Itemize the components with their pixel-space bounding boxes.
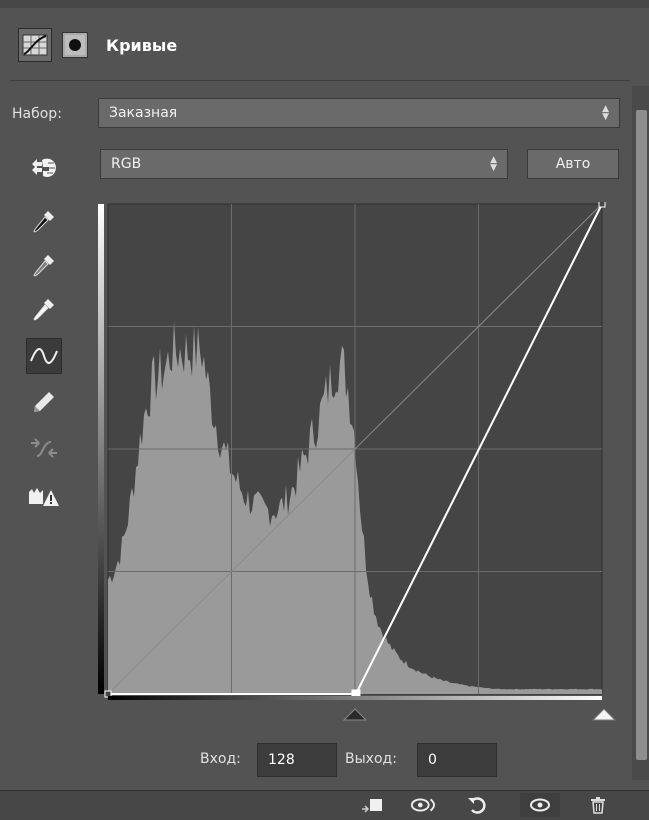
pencil-draw-icon[interactable] — [26, 384, 62, 420]
input-gradient-bar — [108, 696, 602, 700]
clip-to-layer-icon[interactable] — [358, 793, 386, 817]
white-point-eyedropper-icon[interactable] — [26, 292, 62, 328]
white-slider-handle[interactable] — [589, 706, 619, 722]
header-divider — [10, 80, 630, 81]
channel-select[interactable]: RGB ▲ ▼ — [100, 149, 508, 179]
panel-header: Кривые — [18, 20, 177, 70]
input-slider-handle[interactable] — [340, 706, 370, 722]
curves-adjustment-icon[interactable] — [18, 28, 52, 62]
select-arrows-icon: ▲ ▼ — [490, 155, 497, 173]
curves-graph[interactable] — [98, 202, 606, 700]
layer-mask-icon[interactable] — [62, 32, 88, 58]
output-label: Выход: — [345, 751, 397, 767]
panel-top-strip — [0, 0, 649, 8]
black-point-eyedropper-icon[interactable] — [26, 204, 62, 240]
input-value-field[interactable]: 128 — [257, 743, 337, 777]
gray-point-eyedropper-icon[interactable] — [26, 248, 62, 284]
auto-button[interactable]: Авто — [527, 149, 619, 179]
preset-select[interactable]: Заказная ▲ ▼ — [98, 98, 620, 128]
select-arrows-icon: ▲ ▼ — [602, 104, 609, 122]
view-previous-state-icon[interactable] — [410, 793, 438, 817]
curves-properties-panel: Кривые Набор: Заказная ▲▼ RGB ▲▼ Авто — [0, 0, 649, 820]
preset-label: Набор: — [12, 106, 62, 122]
input-label: Вход: — [200, 751, 241, 767]
visibility-eye-icon[interactable] — [520, 793, 560, 817]
scrollbar-thumb[interactable] — [636, 110, 647, 760]
smooth-curve-icon[interactable] — [26, 430, 62, 466]
on-image-adjust-icon[interactable] — [26, 150, 62, 186]
panel-title: Кривые — [106, 35, 178, 55]
curve-edit-icon[interactable] — [26, 338, 62, 374]
clipping-warning-icon[interactable] — [26, 478, 62, 514]
output-gradient-bar — [98, 204, 104, 694]
preset-select-value: Заказная — [109, 105, 178, 121]
trash-icon[interactable] — [584, 793, 612, 817]
channel-select-value: RGB — [111, 156, 142, 172]
curve-point[interactable] — [598, 202, 606, 208]
reset-icon[interactable] — [463, 793, 491, 817]
output-value-field[interactable]: 0 — [417, 743, 497, 777]
